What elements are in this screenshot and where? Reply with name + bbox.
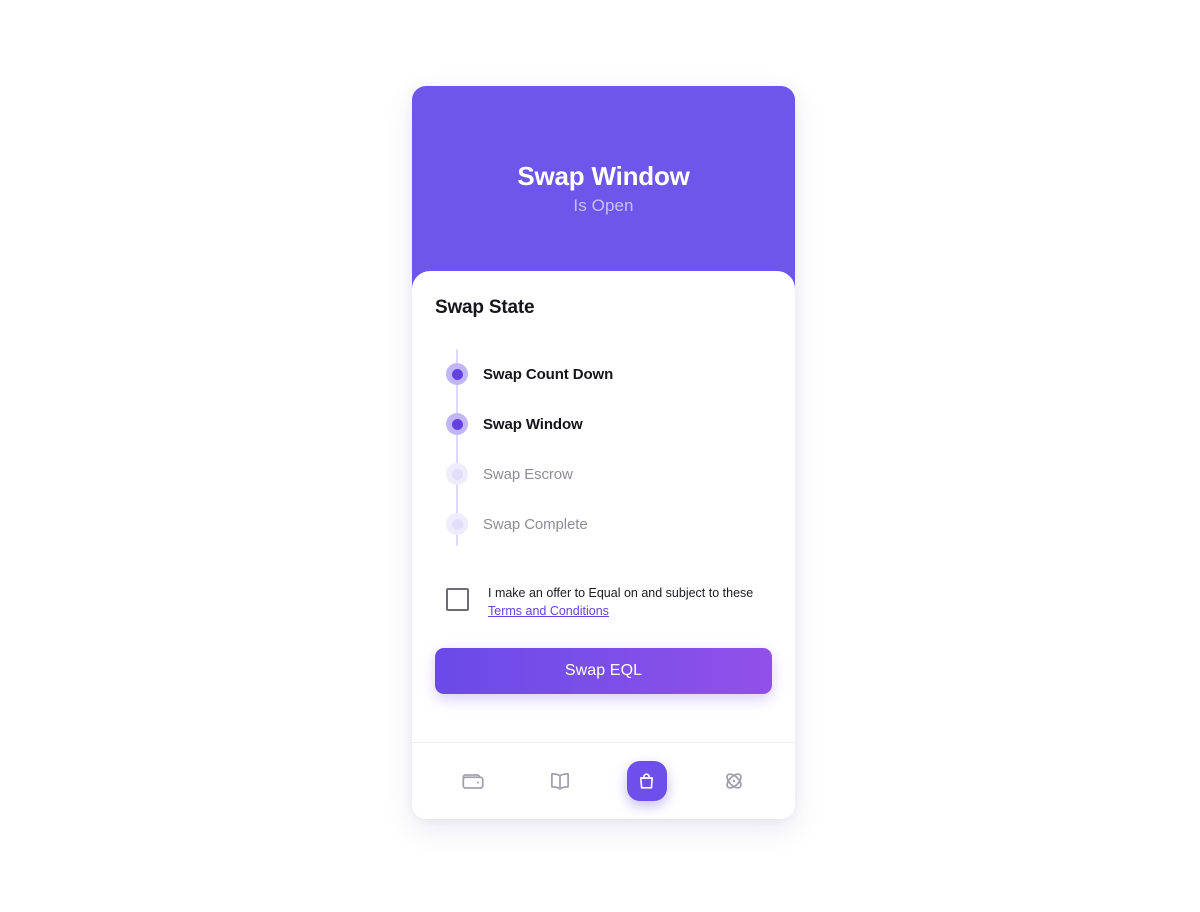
atom-icon <box>721 768 747 794</box>
page-subtitle: Is Open <box>573 195 634 215</box>
nav-item-book[interactable] <box>532 753 588 809</box>
terms-and-conditions-link[interactable]: Terms and Conditions <box>488 604 609 618</box>
nav-item-atom[interactable] <box>706 753 762 809</box>
nav-item-wallet[interactable] <box>445 753 501 809</box>
sheet-spacer <box>435 694 772 743</box>
timeline-dot-active <box>446 363 468 385</box>
nav-item-shopping-bag[interactable] <box>619 753 675 809</box>
timeline-item-swap-escrow[interactable]: Swap Escrow <box>435 449 772 499</box>
app-header: Swap Window Is Open <box>412 86 795 290</box>
page-title: Swap Window <box>517 161 690 191</box>
timeline-dot-inactive <box>446 463 468 485</box>
phone-frame: Swap Window Is Open Swap State Swap Coun… <box>412 86 795 819</box>
timeline-dot-inactive <box>446 513 468 535</box>
wallet-icon <box>460 768 486 794</box>
timeline-item-swap-count-down[interactable]: Swap Count Down <box>435 349 772 399</box>
terms-row: I make an offer to Equal on and subject … <box>435 585 772 621</box>
shopping-bag-icon <box>626 761 667 801</box>
swap-state-timeline: Swap Count Down Swap Window Swap Escrow … <box>435 349 772 549</box>
swap-eql-button[interactable]: Swap EQL <box>435 647 772 694</box>
terms-text-body: I make an offer to Equal on and subject … <box>488 586 754 600</box>
book-icon <box>547 768 573 794</box>
bottom-navigation-bar <box>412 742 795 819</box>
timeline-item-label: Swap Count Down <box>483 365 614 383</box>
timeline-item-label: Swap Window <box>483 415 583 433</box>
timeline-item-swap-complete[interactable]: Swap Complete <box>435 499 772 549</box>
content-sheet: Swap State Swap Count Down Swap Window S… <box>412 271 795 742</box>
terms-checkbox[interactable] <box>446 588 469 611</box>
timeline-item-label: Swap Escrow <box>483 465 573 483</box>
section-title: Swap State <box>435 297 535 318</box>
timeline-dot-active <box>446 413 468 435</box>
timeline-item-label: Swap Complete <box>483 515 588 533</box>
timeline-item-swap-window[interactable]: Swap Window <box>435 399 772 449</box>
terms-text: I make an offer to Equal on and subject … <box>488 585 756 621</box>
